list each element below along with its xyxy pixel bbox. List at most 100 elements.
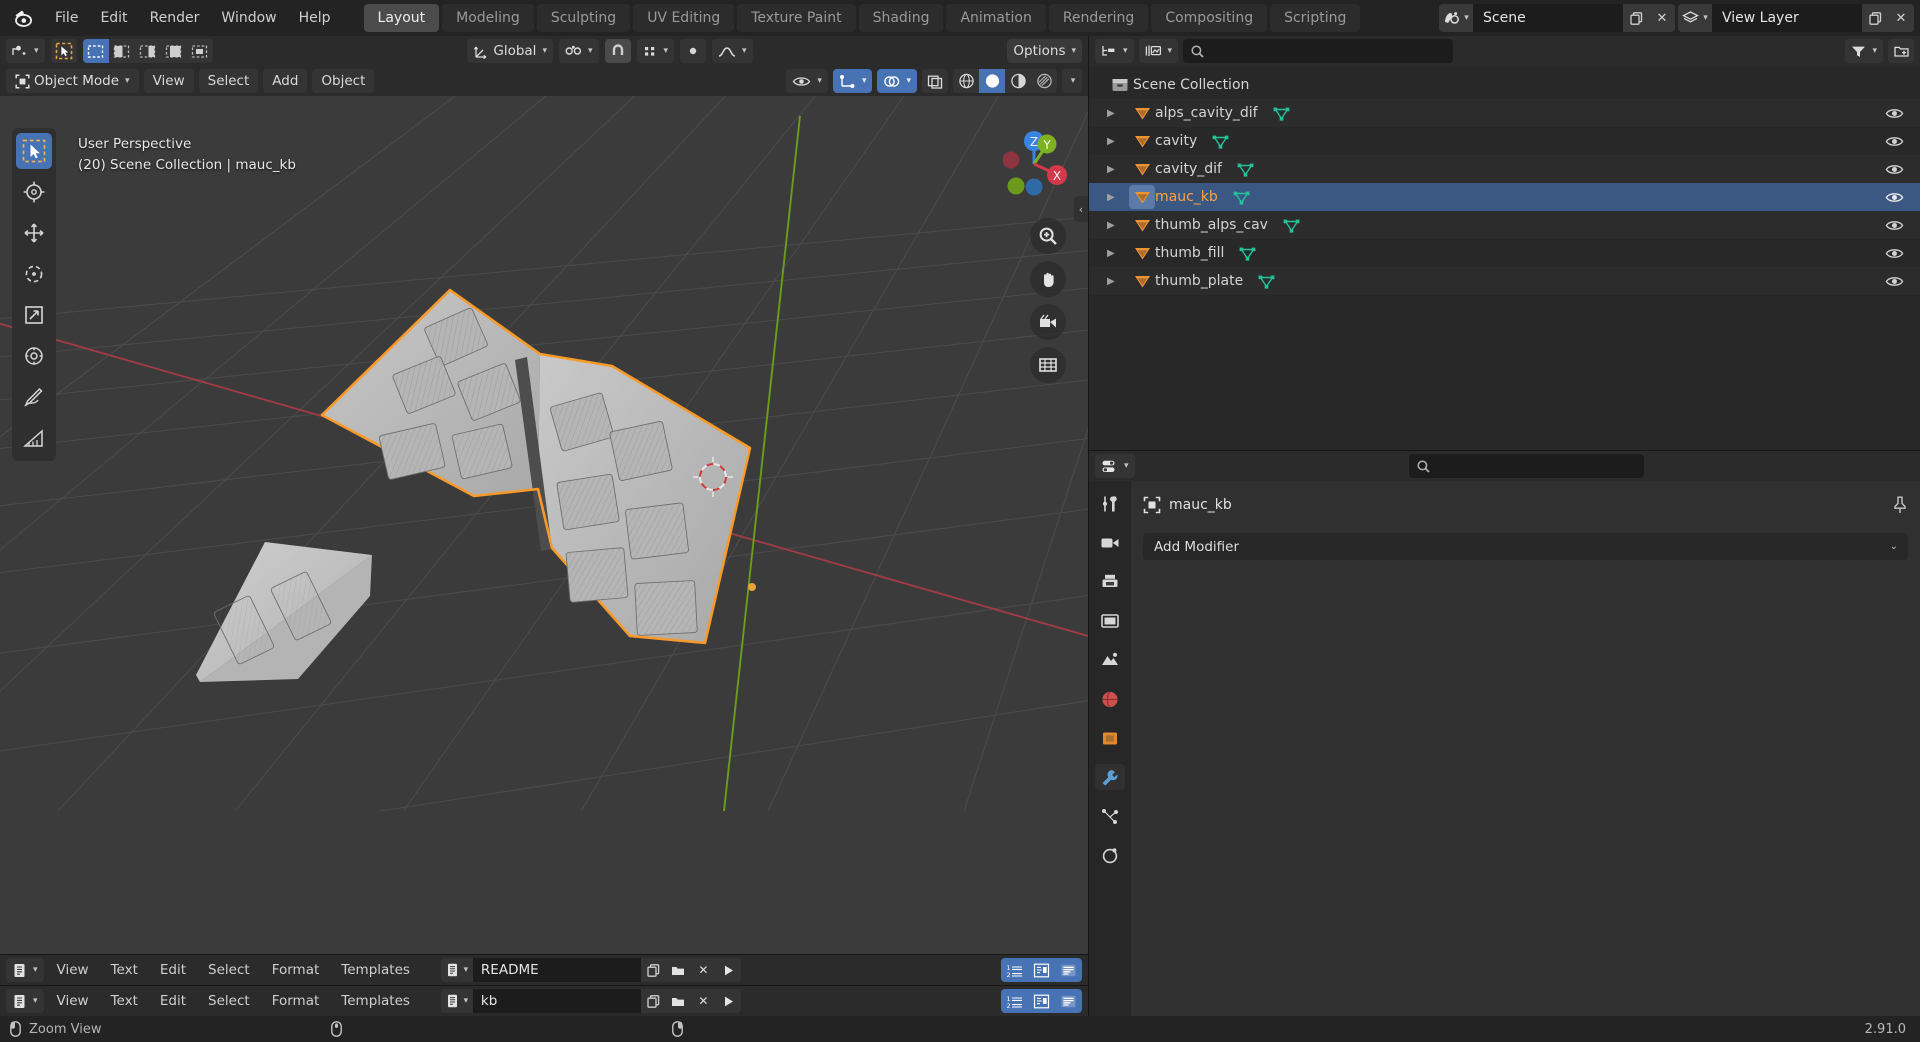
text-menu-select-1[interactable]: Select: [199, 958, 259, 982]
solid-shading-button[interactable]: [979, 69, 1005, 93]
outliner-item-alps_cavity_dif[interactable]: ▶ alps_cavity_dif: [1089, 99, 1920, 127]
outliner-new-collection-button[interactable]: [1888, 39, 1914, 63]
line-numbers-toggle-2[interactable]: 12: [1001, 989, 1028, 1013]
unlink-text-button-2[interactable]: ✕: [690, 989, 716, 1013]
expand-arrow-icon[interactable]: ▶: [1107, 136, 1129, 147]
view-layer-datablock[interactable]: ▾ View Layer ✕: [1678, 4, 1914, 32]
select-intersect-button[interactable]: [187, 39, 213, 63]
tool-move[interactable]: [16, 215, 52, 251]
shading-popover-button[interactable]: ▾: [1062, 69, 1082, 93]
syntax-highlight-toggle-2[interactable]: [1055, 989, 1082, 1013]
scene-icon[interactable]: ▾: [1439, 4, 1473, 32]
menu-render[interactable]: Render: [139, 6, 211, 30]
wireframe-shading-button[interactable]: [953, 69, 979, 93]
text-menu-templates-2[interactable]: Templates: [332, 989, 419, 1013]
outliner-item-thumb_fill[interactable]: ▶ thumb_fill: [1089, 239, 1920, 267]
text-menu-text-2[interactable]: Text: [102, 989, 147, 1013]
word-wrap-toggle-2[interactable]: [1028, 989, 1055, 1013]
overlays-toggle[interactable]: ▾: [877, 69, 917, 93]
outliner-display-mode-selector[interactable]: ▾: [1138, 39, 1179, 63]
tool-transform[interactable]: [16, 338, 52, 374]
workspace-tab-sculpting[interactable]: Sculpting: [536, 4, 631, 32]
text-menu-text-1[interactable]: Text: [102, 958, 147, 982]
scene-datablock[interactable]: ▾ Scene ✕: [1439, 4, 1675, 32]
text-menu-edit-2[interactable]: Edit: [151, 989, 195, 1013]
zoom-view-button[interactable]: [1030, 218, 1066, 254]
camera-view-button[interactable]: [1030, 304, 1066, 340]
mesh-data-icon[interactable]: [1272, 105, 1291, 122]
mesh-data-icon[interactable]: [1238, 245, 1257, 262]
workspace-tab-animation[interactable]: Animation: [946, 4, 1046, 32]
text-menu-format-1[interactable]: Format: [263, 958, 329, 982]
properties-tab-tool[interactable]: [1095, 491, 1125, 517]
menu-file[interactable]: File: [44, 6, 89, 30]
delete-scene-button[interactable]: ✕: [1649, 4, 1675, 32]
properties-tab-output[interactable]: [1095, 569, 1125, 595]
properties-tab-object[interactable]: [1095, 725, 1125, 751]
outliner-item-cavity_dif[interactable]: ▶ cavity_dif: [1089, 155, 1920, 183]
mesh-data-icon[interactable]: [1236, 161, 1255, 178]
visibility-eye-icon[interactable]: [1885, 163, 1904, 176]
expand-arrow-icon[interactable]: ▶: [1107, 164, 1129, 175]
proportional-edit-button[interactable]: [680, 39, 707, 63]
pin-id-icon[interactable]: [1892, 496, 1908, 514]
text-menu-view-1[interactable]: View: [48, 958, 98, 982]
tool-rotate[interactable]: [16, 256, 52, 292]
text-datablock-icon-1[interactable]: ▾: [440, 958, 473, 982]
new-text-button-2[interactable]: [640, 989, 666, 1013]
line-numbers-toggle-1[interactable]: 12: [1001, 958, 1028, 982]
xray-toggle[interactable]: [922, 69, 948, 93]
visibility-eye-icon[interactable]: [1885, 275, 1904, 288]
sidebar-toggle-arrow[interactable]: ‹: [1074, 196, 1088, 222]
word-wrap-toggle-1[interactable]: [1028, 958, 1055, 982]
tool-scale[interactable]: [16, 297, 52, 333]
run-script-button-2[interactable]: [715, 989, 741, 1013]
new-text-button-1[interactable]: [640, 958, 666, 982]
mesh-data-icon[interactable]: [1282, 217, 1301, 234]
viewport-options-button[interactable]: Options ▾: [1007, 39, 1083, 63]
tool-measure[interactable]: [16, 420, 52, 456]
new-scene-button[interactable]: [1623, 4, 1649, 32]
text-menu-view-2[interactable]: View: [48, 989, 98, 1013]
blender-logo-icon[interactable]: [10, 6, 38, 30]
editor-type-selector-outliner[interactable]: ▾: [1095, 39, 1134, 63]
viewport-menu-view[interactable]: View: [143, 69, 194, 93]
outliner-item-cavity[interactable]: ▶ cavity: [1089, 127, 1920, 155]
mesh-data-icon[interactable]: [1232, 189, 1251, 206]
editor-type-selector[interactable]: ▾: [6, 39, 45, 63]
outliner-scene-collection-row[interactable]: Scene Collection: [1089, 71, 1920, 99]
snap-settings-selector[interactable]: ▾: [636, 39, 675, 63]
workspace-tab-uv-editing[interactable]: UV Editing: [633, 4, 735, 32]
viewport-menu-add[interactable]: Add: [263, 69, 308, 93]
new-view-layer-button[interactable]: [1862, 4, 1888, 32]
editor-type-selector-text-1[interactable]: ▾: [6, 958, 44, 982]
menu-edit[interactable]: Edit: [89, 6, 138, 30]
visibility-eye-icon[interactable]: [1885, 191, 1904, 204]
expand-arrow-icon[interactable]: ▶: [1107, 276, 1129, 287]
workspace-tab-compositing[interactable]: Compositing: [1151, 4, 1268, 32]
outliner-tree[interactable]: Scene Collection ▶ alps_cavity_dif ▶ cav…: [1089, 66, 1920, 450]
expand-arrow-icon[interactable]: ▶: [1107, 248, 1129, 259]
visibility-eye-icon[interactable]: [1885, 219, 1904, 232]
properties-search-input[interactable]: [1409, 454, 1645, 478]
snap-magnet-button[interactable]: [604, 39, 631, 63]
rendered-shading-button[interactable]: [1031, 69, 1057, 93]
properties-tab-modifier[interactable]: [1095, 764, 1125, 790]
open-text-button-1[interactable]: [665, 958, 691, 982]
visibility-eye-icon[interactable]: [1885, 247, 1904, 260]
tool-annotate[interactable]: [16, 379, 52, 415]
visibility-selector[interactable]: ▾: [786, 69, 828, 93]
toggle-orthographic-button[interactable]: [1030, 347, 1066, 383]
delete-view-layer-button[interactable]: ✕: [1888, 4, 1914, 32]
expand-arrow-icon[interactable]: ▶: [1107, 192, 1129, 203]
workspace-tab-texture-paint[interactable]: Texture Paint: [737, 4, 856, 32]
run-script-button-1[interactable]: [715, 958, 741, 982]
unlink-text-button-1[interactable]: ✕: [690, 958, 716, 982]
text-menu-format-2[interactable]: Format: [263, 989, 329, 1013]
proportional-falloff-selector[interactable]: ▾: [712, 39, 753, 63]
object-mode-selector[interactable]: Object Mode ▾: [6, 69, 139, 93]
outliner-item-thumb_plate[interactable]: ▶ thumb_plate: [1089, 267, 1920, 295]
select-subtract-button[interactable]: [135, 39, 161, 63]
pivot-point-selector[interactable]: ▾: [558, 39, 599, 63]
tool-select-box[interactable]: [16, 133, 52, 169]
